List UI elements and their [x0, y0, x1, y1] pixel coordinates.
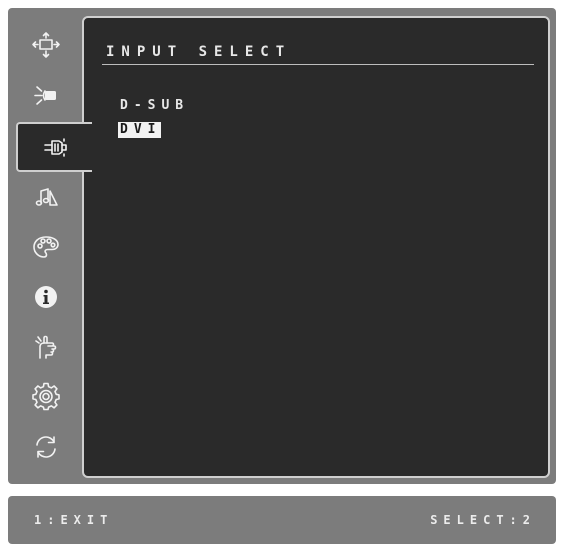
color-adjust-icon [33, 236, 59, 258]
sidebar-item-audio-adjust[interactable] [8, 172, 84, 222]
sidebar-item-color-adjust[interactable] [8, 222, 84, 272]
osd-footer-bar: 1:EXIT SELECT:2 [8, 496, 556, 544]
manual-image-adjust-icon [35, 335, 57, 359]
sidebar-item-contrast-brightness[interactable] [8, 70, 84, 120]
input-select-panel: INPUT SELECT D-SUB DVI [82, 16, 550, 478]
option-dvi[interactable]: DVI [118, 122, 162, 138]
sidebar-item-input-select[interactable] [16, 122, 92, 172]
option-d-sub[interactable]: D-SUB [118, 98, 189, 114]
footer-select-hint: SELECT:2 [430, 513, 536, 527]
footer-exit-hint: 1:EXIT [34, 513, 114, 527]
sidebar-item-information[interactable] [8, 272, 84, 322]
audio-adjust-icon [35, 188, 58, 206]
sidebar-item-setup-menu[interactable] [8, 372, 84, 422]
contrast-brightness-icon [34, 86, 56, 105]
osd-menu-frame: INPUT SELECT D-SUB DVI [8, 8, 556, 484]
osd-sidebar [8, 8, 92, 484]
sidebar-item-manual-image-adjust[interactable] [8, 322, 84, 372]
setup-menu-icon [32, 382, 60, 411]
input-select-icon [44, 138, 67, 157]
sidebar-item-memory-recall[interactable] [8, 422, 84, 472]
auto-image-adjust-icon [32, 32, 60, 58]
panel-title: INPUT SELECT [106, 44, 292, 60]
memory-recall-icon [36, 436, 56, 458]
sidebar-item-auto-image-adjust[interactable] [8, 20, 84, 70]
title-divider [102, 64, 534, 65]
information-icon [35, 286, 57, 308]
